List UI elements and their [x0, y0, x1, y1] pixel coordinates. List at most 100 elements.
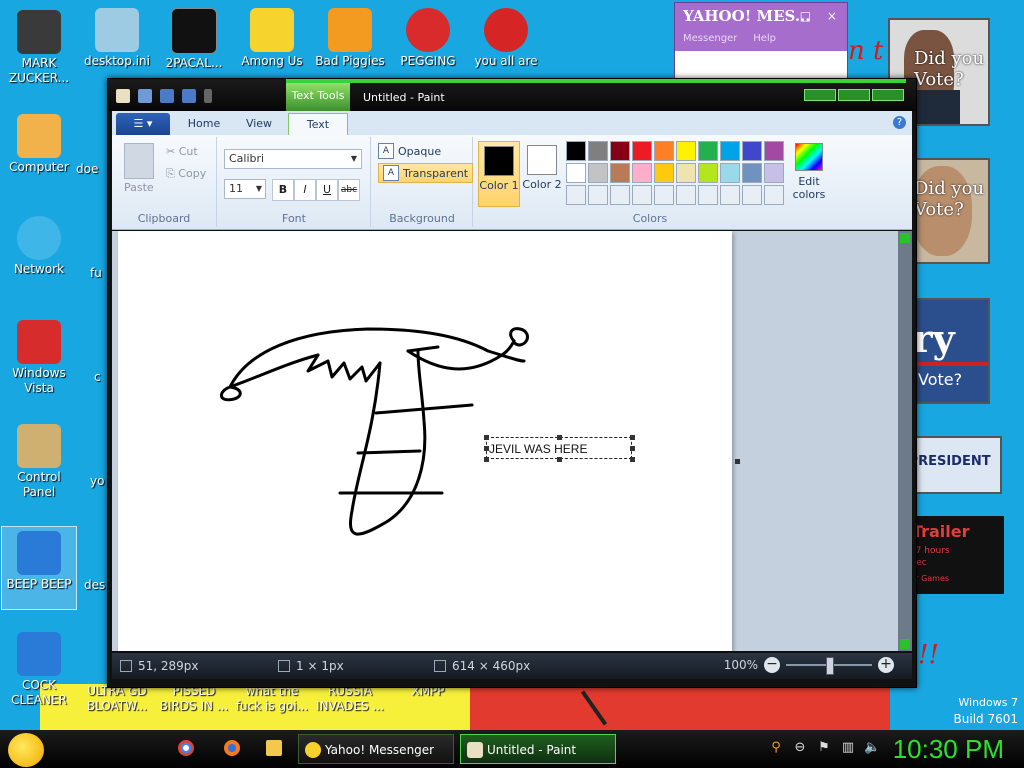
paint-menu-button[interactable]: ☰ ▾: [116, 113, 170, 135]
palette-swatch[interactable]: [632, 163, 652, 183]
palette-swatch[interactable]: [742, 141, 762, 161]
start-button-smiley-icon[interactable]: [8, 733, 44, 767]
opaque-option[interactable]: A Opaque: [378, 143, 441, 159]
tab-text[interactable]: Text: [288, 113, 348, 136]
color2-selector[interactable]: Color 2: [522, 141, 562, 205]
resize-handle[interactable]: [630, 435, 635, 440]
explorer-folder-icon[interactable]: [266, 740, 282, 756]
chrome-icon[interactable]: [178, 740, 194, 756]
paint-app-icon[interactable]: [116, 89, 130, 103]
strikethrough-button[interactable]: abc: [338, 179, 360, 201]
save-icon[interactable]: [138, 89, 152, 103]
tab-view[interactable]: View: [234, 113, 284, 135]
palette-swatch[interactable]: [764, 141, 784, 161]
paint-window[interactable]: Text Tools Untitled - Paint ☰ ▾ Home Vie…: [107, 78, 917, 688]
desktop-icon-pissed-birds[interactable]: PISSED BIRDS IN ...: [157, 684, 231, 714]
palette-swatch[interactable]: [698, 163, 718, 183]
yahoo-messenger-window[interactable]: YAHOO! MES... – □ × Messenger Help: [674, 2, 848, 84]
resize-handle[interactable]: [484, 435, 489, 440]
firefox-icon[interactable]: [224, 740, 240, 756]
bold-button[interactable]: B: [272, 179, 294, 201]
minimize-button[interactable]: [804, 89, 836, 101]
cut-button[interactable]: ✂ Cut: [166, 145, 198, 158]
resize-handle[interactable]: [557, 457, 562, 462]
palette-swatch[interactable]: [654, 163, 674, 183]
palette-swatch[interactable]: [610, 163, 630, 183]
palette-swatch[interactable]: [720, 163, 740, 183]
desktop-icon-what-the[interactable]: what the fuck is goi...: [235, 684, 309, 714]
palette-swatch[interactable]: [742, 163, 762, 183]
scroll-up-arrow[interactable]: [900, 233, 910, 243]
desktop-icon-ultra-gd[interactable]: ULTRA GD BLOATW...: [80, 684, 154, 714]
paste-button[interactable]: Paste: [124, 181, 154, 194]
menu-messenger[interactable]: Messenger: [683, 33, 737, 44]
taskbar-paint[interactable]: Untitled - Paint: [460, 734, 616, 764]
palette-swatch[interactable]: [720, 185, 740, 205]
resize-handle[interactable]: [630, 446, 635, 451]
palette-swatch[interactable]: [610, 141, 630, 161]
action-center-icon[interactable]: ⚑: [816, 740, 832, 756]
palette-swatch[interactable]: [676, 185, 696, 205]
help-icon[interactable]: ?: [893, 116, 906, 129]
drawing-canvas[interactable]: JEVIL WAS HERE: [118, 231, 732, 651]
palette-swatch[interactable]: [654, 185, 674, 205]
color1-selector[interactable]: Color 1: [478, 141, 520, 207]
zoom-out-button[interactable]: −: [764, 657, 780, 673]
network-icon[interactable]: ▥: [840, 740, 856, 756]
edit-colors-button[interactable]: Edit colors: [792, 141, 826, 201]
desktop-icon-cock-cleaner[interactable]: COCK CLEANER: [2, 632, 76, 708]
window-controls[interactable]: – □ ×: [778, 9, 843, 23]
desktop-icon-desktop-ini[interactable]: desktop.ini: [80, 8, 154, 69]
desktop-icon-among-us[interactable]: Among Us: [235, 8, 309, 69]
palette-swatch[interactable]: [676, 141, 696, 161]
palette-swatch[interactable]: [698, 141, 718, 161]
palette-swatch[interactable]: [676, 163, 696, 183]
palette-swatch[interactable]: [610, 185, 630, 205]
close-button[interactable]: [872, 89, 904, 101]
desktop-icon-pegging[interactable]: PEGGING: [391, 8, 465, 69]
palette-swatch[interactable]: [764, 185, 784, 205]
canvas-text-box[interactable]: JEVIL WAS HERE: [486, 437, 632, 459]
palette-swatch[interactable]: [588, 141, 608, 161]
search-icon[interactable]: ⚲: [768, 740, 784, 756]
desktop-icon-2pacal[interactable]: 2PACAL...: [157, 8, 231, 71]
volume-icon[interactable]: 🔈: [864, 740, 880, 756]
zoom-in-button[interactable]: +: [878, 657, 894, 673]
desktop-icon-mark-zucker[interactable]: MARK ZUCKER...: [2, 10, 76, 86]
palette-swatch[interactable]: [742, 185, 762, 205]
maximize-button[interactable]: [838, 89, 870, 101]
desktop-icon-network[interactable]: Network: [2, 216, 76, 277]
copy-button[interactable]: ⎘ Copy: [166, 167, 206, 181]
resize-handle[interactable]: [484, 446, 489, 451]
font-size-select[interactable]: 11 ▼: [224, 179, 266, 199]
palette-swatch[interactable]: [566, 163, 586, 183]
palette-swatch[interactable]: [698, 185, 718, 205]
palette-swatch[interactable]: [764, 163, 784, 183]
palette-swatch[interactable]: [720, 141, 740, 161]
clock[interactable]: 10:30 PM: [893, 734, 1004, 765]
desktop-icon-you-all-are[interactable]: you all are: [469, 8, 543, 69]
desktop-icon-russia[interactable]: RUSSIA INVADES ...: [313, 684, 387, 714]
resize-handle[interactable]: [557, 435, 562, 440]
undo-icon[interactable]: [160, 89, 174, 103]
underline-button[interactable]: U: [316, 179, 338, 201]
desktop-icon-partial[interactable]: doe: [76, 162, 106, 177]
desktop-icon-computer[interactable]: Computer: [2, 114, 76, 175]
palette-swatch[interactable]: [566, 141, 586, 161]
vertical-scrollbar[interactable]: [898, 231, 912, 651]
transparent-option[interactable]: A Transparent: [378, 163, 474, 183]
zoom-slider[interactable]: [786, 657, 872, 675]
customize-toolbar-icon[interactable]: [204, 89, 212, 103]
palette-swatch[interactable]: [654, 141, 674, 161]
desktop-icon-bad-piggies[interactable]: Bad Piggies: [313, 8, 387, 69]
palette-swatch[interactable]: [632, 141, 652, 161]
italic-button[interactable]: I: [294, 179, 316, 201]
taskbar-yahoo-messenger[interactable]: Yahoo! Messenger: [298, 734, 454, 764]
palette-swatch[interactable]: [632, 185, 652, 205]
palette-swatch[interactable]: [566, 185, 586, 205]
resize-handle[interactable]: [484, 457, 489, 462]
desktop-icon-windows-vista[interactable]: Windows Vista: [2, 320, 76, 396]
desktop-icon-beep-beep[interactable]: BEEP BEEP: [1, 526, 77, 610]
title-bar[interactable]: Text Tools Untitled - Paint: [108, 79, 916, 111]
menu-help[interactable]: Help: [753, 33, 776, 44]
